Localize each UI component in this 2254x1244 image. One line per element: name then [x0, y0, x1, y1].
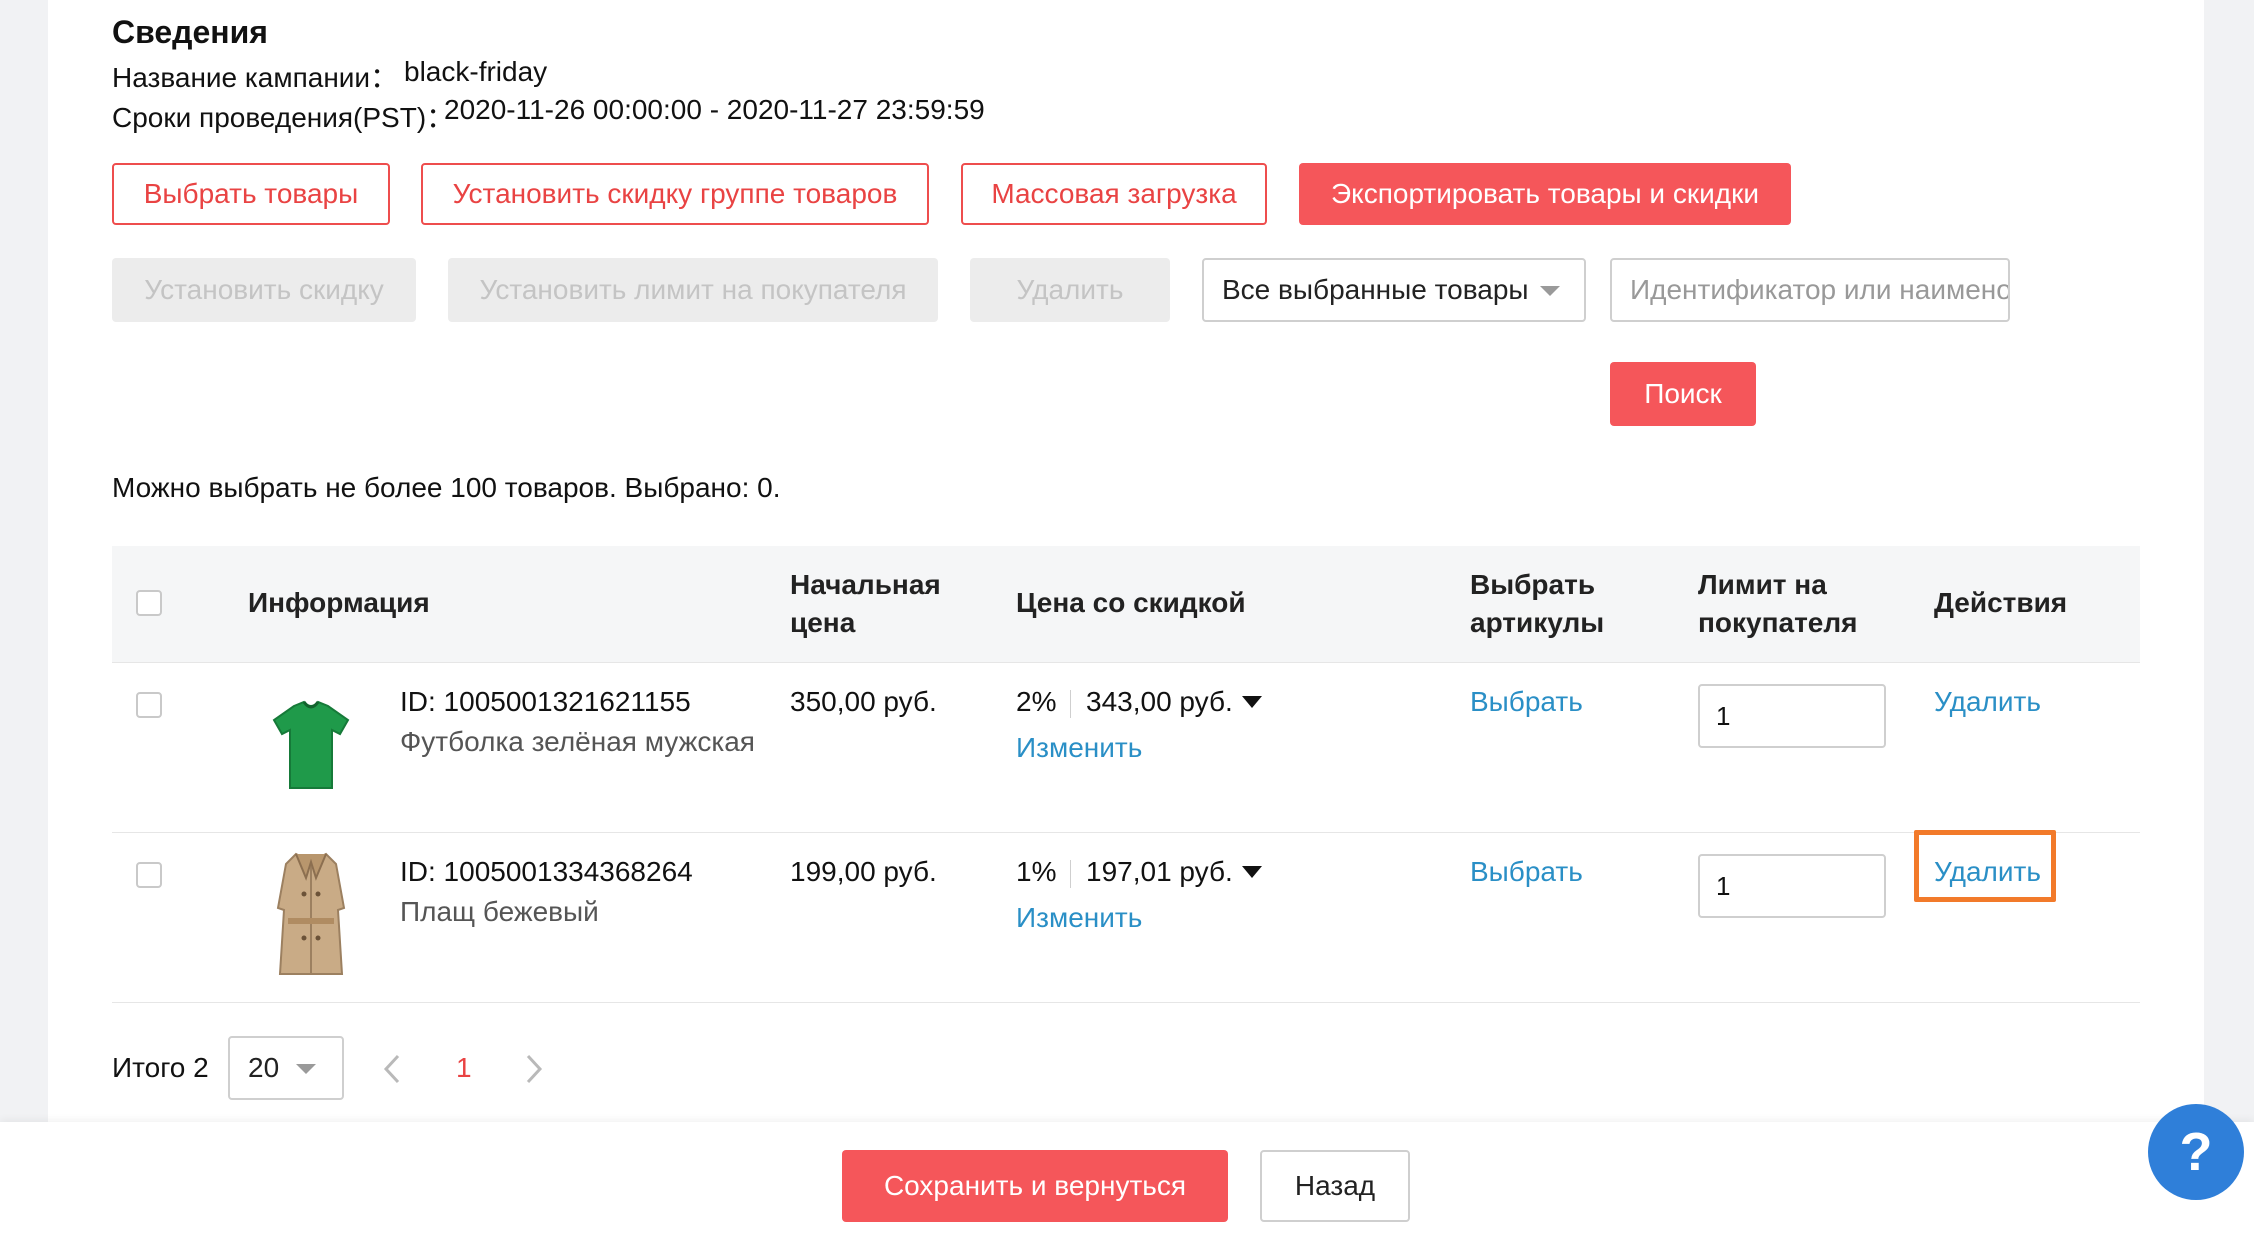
product-id: ID: 1005001334368264: [400, 856, 693, 887]
start-price: 350,00 руб.: [790, 686, 937, 717]
divider: [1070, 860, 1071, 888]
edit-discount-link[interactable]: Изменить: [1016, 732, 1142, 764]
scope-select[interactable]: Все выбранные товары: [1202, 258, 1586, 322]
choose-sku-link[interactable]: Выбрать: [1470, 856, 1583, 888]
back-button[interactable]: Назад: [1260, 1150, 1410, 1222]
dropdown-triangle-icon[interactable]: [1242, 696, 1262, 708]
column-choose-sku: Выбрать артикулы: [1470, 569, 1605, 638]
column-info: Информация: [248, 587, 430, 618]
highlight-box: [1914, 830, 2056, 902]
discount-percent: 2%: [1016, 686, 1057, 717]
chevron-down-icon: [296, 1064, 316, 1074]
bulk-upload-button[interactable]: Массовая загрузка: [961, 163, 1267, 225]
total-count: Итого 2: [112, 1052, 209, 1083]
delete-row-link[interactable]: Удалить: [1934, 686, 2041, 718]
product-id: ID: 1005001321621155: [400, 686, 691, 717]
row-checkbox[interactable]: [136, 692, 162, 718]
column-start-price: Начальная цена: [790, 569, 941, 638]
page-number[interactable]: 1: [456, 1052, 472, 1084]
help-icon[interactable]: ?: [2148, 1104, 2244, 1200]
search-input[interactable]: Идентификатор или наименование: [1610, 258, 2010, 322]
period-value: 2020-11-26 00:00:00 - 2020-11-27 23:59:5…: [444, 94, 985, 125]
section-title: Сведения: [112, 14, 268, 50]
search-placeholder: Идентификатор или наименование: [1630, 274, 2008, 305]
set-buyer-limit-button[interactable]: Установить лимит на покупателя: [448, 258, 938, 322]
export-button[interactable]: Экспортировать товары и скидки: [1299, 163, 1791, 225]
next-page-icon[interactable]: [522, 1052, 546, 1086]
page-size-select[interactable]: 20: [228, 1036, 344, 1100]
row-divider: [112, 832, 2140, 833]
product-image-tshirt: [266, 696, 356, 796]
scope-select-value: Все выбранные товары: [1222, 274, 1529, 305]
start-price: 199,00 руб.: [790, 856, 937, 887]
discount-percent: 1%: [1016, 856, 1057, 887]
discount-price: 343,00 руб.: [1086, 686, 1233, 717]
dropdown-triangle-icon[interactable]: [1242, 866, 1262, 878]
product-name: Плащ бежевый: [400, 896, 599, 927]
page-size-value: 20: [248, 1052, 280, 1083]
column-buyer-limit: Лимит на покупателя: [1698, 569, 1858, 638]
bulk-delete-button[interactable]: Удалить: [970, 258, 1170, 322]
column-actions: Действия: [1934, 587, 2068, 618]
period-label: Сроки проведения(PST)：: [112, 102, 455, 133]
prev-page-icon[interactable]: [380, 1052, 404, 1086]
buyer-limit-input[interactable]: 1: [1698, 854, 1886, 918]
group-discount-button[interactable]: Установить скидку группе товаров: [421, 163, 929, 225]
selection-note: Можно выбрать не более 100 товаров. Выбр…: [112, 472, 781, 503]
product-name: Футболка зелёная мужская: [400, 726, 755, 757]
set-discount-button[interactable]: Установить скидку: [112, 258, 416, 322]
discount-price: 197,01 руб.: [1086, 856, 1233, 887]
product-image-coat: [266, 848, 356, 982]
choose-sku-link[interactable]: Выбрать: [1470, 686, 1583, 718]
select-products-button[interactable]: Выбрать товары: [112, 163, 390, 225]
campaign-name-value: black-friday: [404, 56, 548, 87]
buyer-limit-input[interactable]: 1: [1698, 684, 1886, 748]
column-discount-price: Цена со скидкой: [1016, 587, 1246, 618]
save-return-button[interactable]: Сохранить и вернуться: [842, 1150, 1228, 1222]
divider: [1070, 690, 1071, 718]
select-all-checkbox[interactable]: [136, 590, 162, 616]
search-button[interactable]: Поиск: [1610, 362, 1756, 426]
edit-discount-link[interactable]: Изменить: [1016, 902, 1142, 934]
chevron-down-icon: [1540, 286, 1560, 296]
campaign-name-label: Название кампании：: [112, 62, 399, 93]
row-checkbox[interactable]: [136, 862, 162, 888]
row-divider: [112, 1002, 2140, 1003]
